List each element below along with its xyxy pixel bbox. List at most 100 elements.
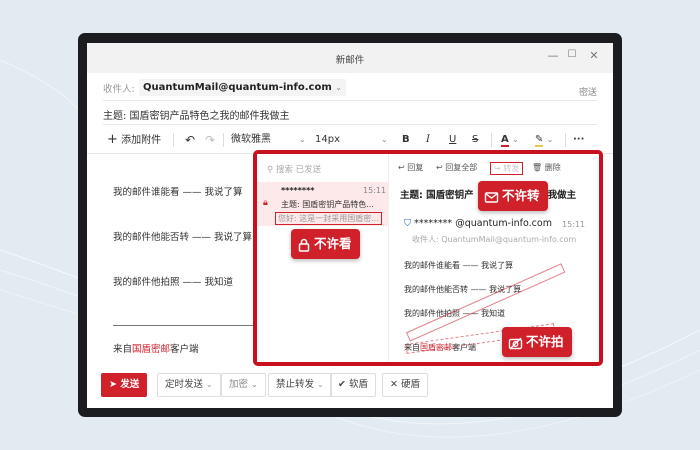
undo-icon[interactable]: ↶ — [185, 129, 195, 151]
more-button[interactable]: ··· — [573, 129, 584, 151]
reply-all-label: 回复全部 — [445, 163, 478, 172]
underline-button[interactable]: U — [449, 129, 456, 151]
text-color-icon: A — [501, 134, 509, 147]
chevron-down-icon: ⌄ — [511, 135, 519, 144]
soft-shield-label: 软盾 — [349, 379, 369, 390]
no-photo-badge: 不许拍 — [502, 327, 572, 357]
divider — [103, 100, 597, 101]
highlight-button[interactable]: ✎ ⌄ — [535, 129, 553, 151]
mail-sender-address: ******** @quantum-info.com — [414, 218, 552, 229]
highlighter-icon: ✎ — [535, 134, 544, 147]
chevron-down-icon: ⌄ — [381, 135, 388, 144]
forward-icon: ↪ — [494, 164, 501, 173]
recipient-address: QuantumMail@quantum-info.com — [143, 82, 332, 93]
font-family-value: 微软雅黑 — [231, 134, 271, 145]
chevron-down-icon: ⌄ — [546, 135, 554, 144]
title-bar: 新邮件 — ☐ ✕ — [87, 43, 613, 73]
scheduled-send-label: 定时发送 — [165, 379, 204, 390]
body-line-3: 我的邮件他拍照 —— 我知道 — [113, 277, 234, 288]
divider — [173, 133, 174, 147]
send-label: 发送 — [120, 379, 140, 390]
chevron-down-icon: ⌄ — [251, 380, 258, 389]
format-toolbar: + 添加附件 ↶ ↷ 微软雅黑 ⌄ 14px ⌄ B I U S A ⌄ ✎ ⌄ ·… — [101, 129, 611, 151]
lock-icon: 🔒︎ — [263, 198, 268, 208]
close-icon[interactable]: ✕ — [587, 49, 601, 62]
italic-button[interactable]: I — [426, 129, 430, 151]
font-size-select[interactable]: 14px ⌄ — [315, 129, 388, 151]
chevron-down-icon: ⌄ — [317, 380, 324, 389]
send-icon: ➤ — [109, 379, 117, 390]
reply-all-button[interactable]: ↩ 回复全部 — [436, 162, 477, 173]
plus-icon: + — [107, 132, 118, 147]
mail-sender: ⛉ ******** @quantum-info.com — [404, 218, 552, 229]
received-mail-preview: ⚲ 搜索 已发送 🔒︎ ******** 15:11 主题: 国盾密钥产品特色.… — [253, 150, 603, 366]
signature-prefix: 来自 — [113, 344, 133, 355]
to-label: 收件人: — [103, 84, 135, 95]
signature-brand: 国盾密邮 — [132, 344, 171, 355]
text-color-button[interactable]: A ⌄ — [501, 129, 519, 151]
encrypt-button[interactable]: 加密 ⌄ — [221, 373, 266, 397]
divider — [565, 133, 566, 147]
reply-icon: ↩ — [398, 163, 405, 172]
chevron-down-icon: ⌄ — [335, 83, 342, 92]
font-size-value: 14px — [315, 134, 340, 145]
list-item-sender: ******** — [281, 186, 315, 195]
reply-label: 回复 — [407, 163, 424, 172]
delete-button[interactable]: 🗑︎ 删除 — [532, 162, 561, 173]
no-forward-label: 不许转 — [502, 188, 540, 203]
soft-shield-button[interactable]: ✔ 软盾 — [330, 373, 377, 397]
divider — [103, 124, 597, 125]
attach-label: 添加附件 — [121, 135, 162, 146]
shield-check-icon: ⛉ — [404, 218, 412, 229]
bottom-action-bar: ➤ 发送 定时发送 ⌄ 加密 ⌄ 禁止转发 ⌄ ✔ 软盾 ✕ 硬盾 — [87, 365, 613, 408]
subject-field[interactable]: 主题: 国盾密钥产品特色之我的邮件我做主 — [103, 107, 290, 122]
lock-icon — [298, 238, 310, 252]
search-placeholder: 搜索 已发送 — [275, 165, 322, 175]
signature-suffix: 客户端 — [170, 344, 199, 355]
reply-all-icon: ↩ — [436, 163, 443, 172]
forward-label: 转发 — [503, 164, 520, 173]
attach-button[interactable]: + 添加附件 — [107, 129, 161, 151]
list-item-time: 15:11 — [363, 186, 387, 195]
no-forward-button[interactable]: 禁止转发 ⌄ — [268, 373, 332, 397]
strikethrough-button[interactable]: S — [472, 129, 478, 151]
trash-icon: 🗑︎ — [532, 163, 543, 172]
search-box[interactable]: ⚲ 搜索 已发送 — [267, 163, 321, 175]
redo-icon[interactable]: ↷ — [205, 129, 215, 151]
list-item-snippet: 您好: 这是一封采用国盾密... — [275, 212, 382, 225]
mail-recipient: 收件人: QuantumMail@quantum-info.com — [412, 235, 577, 244]
send-button[interactable]: ➤ 发送 — [101, 373, 148, 397]
bold-button[interactable]: B — [402, 129, 410, 151]
reply-button[interactable]: ↩ 回复 — [398, 162, 423, 173]
signature: 来自国盾密邮客户端 — [113, 341, 199, 355]
hard-shield-button[interactable]: ✕ 硬盾 — [382, 373, 429, 397]
mail-subject-tail: 我做主 — [547, 190, 577, 201]
encrypt-label: 加密 — [229, 379, 249, 390]
maximize-icon[interactable]: ☐ — [565, 49, 579, 60]
bcc-link[interactable]: 密送 — [579, 85, 597, 98]
list-item-subject: 主题: 国盾密钥产品特色... — [281, 200, 374, 209]
mail-subject-text: 主题: 国盾密钥产 — [400, 190, 474, 201]
no-forward-badge: 不许转 — [478, 181, 548, 211]
no-view-badge: 不许看 — [291, 229, 360, 259]
mail-lock-icon — [484, 192, 499, 203]
check-icon: ✔ — [338, 379, 346, 390]
recipient-chip[interactable]: QuantumMail@quantum-info.com ⌄ — [139, 79, 346, 96]
body-line-2: 我的邮件他能否转 —— 我说了算 — [113, 232, 253, 243]
forward-button: ↪ 转发 — [490, 162, 524, 175]
delete-label: 删除 — [544, 163, 561, 172]
body-line-1: 我的邮件谁能看 —— 我说了算 — [113, 187, 243, 198]
hard-shield-label: 硬盾 — [401, 379, 421, 390]
scheduled-send-button[interactable]: 定时发送 ⌄ — [157, 373, 221, 397]
no-forward-label: 禁止转发 — [276, 379, 315, 390]
list-item[interactable]: 🔒︎ ******** 15:11 主题: 国盾密钥产品特色... 您好: 这是… — [257, 182, 388, 226]
mail-line-1: 我的邮件谁能看 —— 我说了算 — [404, 261, 514, 270]
minimize-icon[interactable]: — — [546, 49, 560, 62]
font-family-select[interactable]: 微软雅黑 ⌄ — [231, 129, 306, 151]
mail-time: 15:11 — [562, 220, 586, 229]
divider — [491, 133, 492, 147]
signature-divider — [113, 325, 273, 326]
chevron-down-icon: ⌄ — [206, 380, 213, 389]
x-icon: ✕ — [390, 379, 398, 390]
no-photo-label: 不许拍 — [526, 334, 564, 349]
